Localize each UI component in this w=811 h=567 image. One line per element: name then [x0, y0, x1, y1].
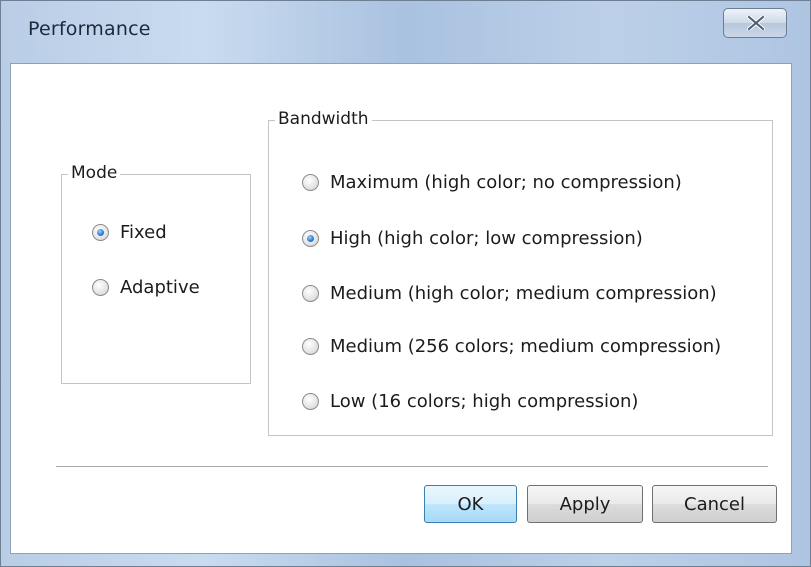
mode-group-label: Mode [68, 163, 121, 183]
bandwidth-option-high[interactable]: High (high color; low compression) [302, 225, 643, 251]
bandwidth-option-low[interactable]: Low (16 colors; high compression) [302, 388, 638, 414]
radio-button[interactable] [302, 337, 319, 355]
mode-option-label: Fixed [120, 221, 167, 243]
bandwidth-option-label: Medium (256 colors; medium compression) [330, 335, 722, 357]
radio-button[interactable] [302, 392, 319, 410]
radio-button-selected[interactable] [302, 229, 319, 247]
bandwidth-option-label: Maximum (high color; no compression) [330, 171, 682, 193]
radio-button[interactable] [92, 278, 109, 296]
window-title: Performance [28, 18, 151, 40]
bandwidth-option-label: Low (16 colors; high compression) [330, 390, 639, 412]
bandwidth-option-medium-256-colors[interactable]: Medium (256 colors; medium compression) [302, 333, 721, 359]
bandwidth-option-label: Medium (high color; medium compression) [330, 282, 717, 304]
radio-button[interactable] [302, 173, 319, 191]
mode-group: Mode Fixed Adaptive [61, 163, 251, 384]
ok-button[interactable]: OK [424, 485, 517, 523]
mode-option-label: Adaptive [120, 276, 200, 298]
dialog-body: Mode Fixed Adaptive Bandwidth Maximum (h… [10, 63, 792, 554]
bandwidth-option-maximum[interactable]: Maximum (high color; no compression) [302, 169, 682, 195]
radio-button[interactable] [302, 284, 319, 302]
close-button[interactable] [723, 8, 787, 38]
apply-button[interactable]: Apply [527, 485, 643, 523]
title-bar[interactable]: Performance [1, 1, 810, 63]
cancel-button[interactable]: Cancel [652, 485, 777, 523]
mode-option-fixed[interactable]: Fixed [92, 219, 167, 245]
radio-button-selected[interactable] [92, 223, 109, 241]
close-icon [747, 16, 765, 30]
separator [56, 466, 768, 468]
mode-option-adaptive[interactable]: Adaptive [92, 274, 200, 300]
bandwidth-option-medium-high-color[interactable]: Medium (high color; medium compression) [302, 280, 717, 306]
bandwidth-group: Bandwidth Maximum (high color; no compre… [268, 109, 773, 436]
bandwidth-option-label: High (high color; low compression) [330, 227, 643, 249]
performance-dialog: Performance Mode Fixed Adaptive Bandwidt… [0, 0, 811, 567]
bandwidth-group-label: Bandwidth [275, 109, 372, 129]
